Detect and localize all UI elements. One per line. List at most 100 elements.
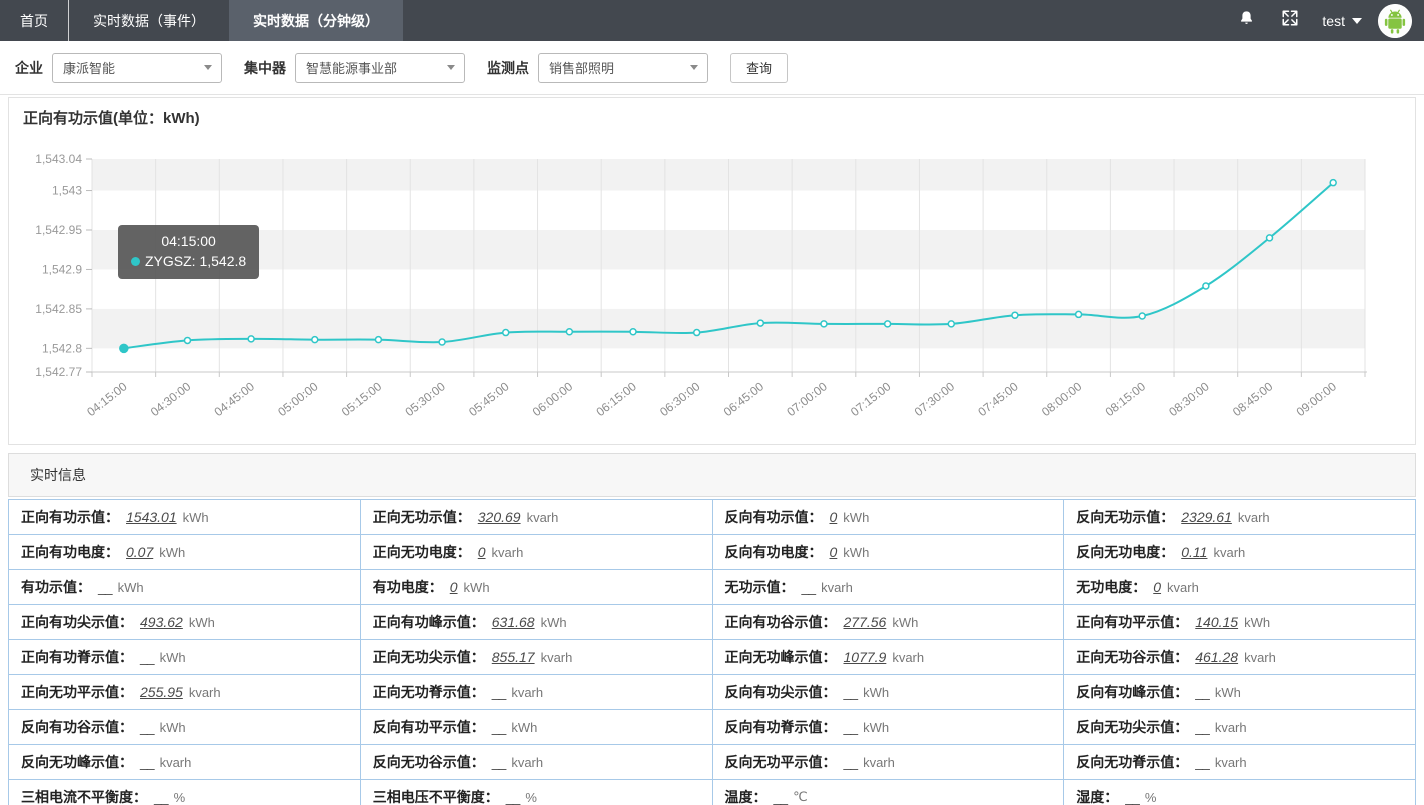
rt-unit: kWh [863, 685, 889, 700]
rt-cell: 反向有功尖示值： __ kWh [713, 675, 1065, 710]
y-tick-label: 1,542.85 [35, 302, 82, 316]
notifications-button[interactable] [1224, 9, 1268, 33]
rt-unit: kWh [1215, 685, 1241, 700]
rt-value-link[interactable]: 493.62 [140, 614, 183, 630]
rt-unit: kWh [863, 720, 889, 735]
rt-cell: 三相电流不平衡度：__% [9, 780, 361, 805]
fullscreen-button[interactable] [1268, 9, 1312, 32]
rt-cell-label: 无功示值： [725, 577, 795, 597]
rt-value-link[interactable]: 255.95 [140, 684, 183, 700]
nav-right: test [1224, 0, 1424, 41]
rt-value-link[interactable]: 320.69 [478, 509, 521, 525]
rt-value-link[interactable]: __ [492, 754, 506, 770]
rt-unit: kWh [541, 615, 567, 630]
rt-value-link[interactable]: 277.56 [844, 614, 887, 630]
rt-value-link[interactable]: __ [140, 754, 154, 770]
rt-cell: 正向无功平示值：255.95kvarh [9, 675, 361, 710]
rt-value-link[interactable]: __ [506, 789, 520, 805]
rt-value-link[interactable]: 140.15 [1195, 614, 1238, 630]
rt-cell: 无功示值： __ kvarh [713, 570, 1065, 605]
rt-value-link[interactable]: __ [844, 719, 858, 735]
rt-unit: % [525, 790, 537, 805]
enterprise-select[interactable]: 康派智能 [52, 53, 222, 83]
rt-value-link[interactable]: __ [1195, 719, 1209, 735]
concentrator-select[interactable]: 智慧能源事业部 [295, 53, 465, 83]
x-tick-label: 04:45:00 [212, 379, 258, 419]
chart-panel: 正向有功示值(单位：kWh) 1,543.041,5431,542.951,54… [8, 97, 1416, 445]
android-avatar[interactable] [1378, 4, 1412, 38]
rt-cell: 正向无功峰示值：1077.9kvarh [713, 640, 1065, 675]
rt-cell: 反向无功谷示值：__kvarh [361, 745, 713, 780]
rt-value-link[interactable]: 2329.61 [1181, 509, 1232, 525]
nav-tab-home[interactable]: 首页 [0, 0, 69, 41]
rt-value-link[interactable]: __ [492, 684, 506, 700]
rt-value-link[interactable]: __ [140, 719, 154, 735]
x-tick-label: 04:30:00 [148, 379, 194, 419]
rt-cell: 有功电度：0kWh [361, 570, 713, 605]
rt-value-link[interactable]: __ [492, 719, 506, 735]
data-point [312, 337, 318, 343]
rt-value-link[interactable]: 0 [1153, 579, 1161, 595]
y-tick-label: 1,543.04 [35, 152, 82, 166]
rt-cell-label: 正向无功脊示值： [373, 682, 485, 702]
rt-value-link[interactable]: __ [154, 789, 168, 805]
rt-cell-label: 反向有功示值： [725, 507, 823, 527]
rt-value-link[interactable]: __ [774, 789, 788, 805]
rt-cell-label: 正向无功示值： [373, 507, 471, 527]
rt-value-link[interactable]: 0 [830, 544, 838, 560]
rt-unit: kvarh [511, 685, 543, 700]
rt-cell-label: 正向有功谷示值： [725, 612, 837, 632]
rt-unit: kvarh [160, 755, 192, 770]
data-point [1012, 312, 1018, 318]
rt-value-link[interactable]: 1543.01 [126, 509, 177, 525]
rt-value-link[interactable]: __ [844, 754, 858, 770]
concentrator-select-group: 集中器智慧能源事业部 [244, 53, 465, 83]
rt-cell: 正向无功示值：320.69kvarh [361, 500, 713, 535]
rt-cell: 反向无功脊示值：__kvarh [1064, 745, 1416, 780]
realtime-line-chart[interactable]: 1,543.041,5431,542.951,542.91,542.851,54… [9, 130, 1415, 442]
rt-value-link[interactable]: 0 [450, 579, 458, 595]
x-tick-label: 05:30:00 [402, 379, 448, 419]
rt-cell-label: 反向无功峰示值： [21, 752, 133, 772]
rt-value-link[interactable]: 0 [478, 544, 486, 560]
rt-value-link[interactable]: __ [140, 649, 154, 665]
rt-unit: kvarh [821, 580, 853, 595]
rt-cell-label: 有功示值： [21, 577, 91, 597]
rt-unit: kvarh [1244, 650, 1276, 665]
x-tick-label: 08:30:00 [1166, 379, 1212, 419]
y-tick-label: 1,542.77 [35, 365, 82, 379]
rt-value-link[interactable]: 0 [830, 509, 838, 525]
rt-value-link[interactable]: 0.11 [1181, 544, 1207, 560]
monitor-point-select[interactable]: 销售部照明 [538, 53, 708, 83]
rt-unit: kWh [159, 545, 185, 560]
query-button[interactable]: 查询 [730, 53, 788, 83]
rt-cell-label: 反向有功尖示值： [725, 682, 837, 702]
x-tick-label: 08:15:00 [1103, 379, 1149, 419]
rt-cell-label: 正向有功示值： [21, 507, 119, 527]
user-menu[interactable]: test [1322, 13, 1362, 29]
rt-value-link[interactable]: __ [844, 684, 858, 700]
rt-value-link[interactable]: __ [1195, 684, 1209, 700]
rt-value-link[interactable]: 0.07 [126, 544, 153, 560]
x-tick-label: 05:45:00 [466, 379, 512, 419]
rt-value-link[interactable]: __ [98, 579, 112, 595]
rt-value-link[interactable]: 461.28 [1195, 649, 1238, 665]
y-tick-label: 1,542.9 [42, 262, 82, 276]
rt-cell: 正向有功电度：0.07kWh [9, 535, 361, 570]
data-point [1076, 311, 1082, 317]
nav-tab-realtime-minute[interactable]: 实时数据（分钟级） [229, 0, 403, 41]
x-tick-label: 06:45:00 [721, 379, 767, 419]
rt-value-link[interactable]: __ [1125, 789, 1139, 805]
rt-unit: kWh [160, 720, 186, 735]
rt-value-link[interactable]: 631.68 [492, 614, 535, 630]
rt-value-link[interactable]: 855.17 [492, 649, 535, 665]
data-point [120, 344, 128, 352]
rt-cell-label: 正向有功峰示值： [373, 612, 485, 632]
rt-cell-label: 三相电流不平衡度： [21, 787, 147, 805]
rt-unit: kvarh [541, 650, 573, 665]
chart-title: 正向有功示值(单位：kWh) [9, 98, 1415, 128]
rt-value-link[interactable]: 1077.9 [844, 649, 887, 665]
nav-tab-realtime-event[interactable]: 实时数据（事件） [69, 0, 229, 41]
rt-value-link[interactable]: __ [802, 579, 816, 595]
rt-value-link[interactable]: __ [1195, 754, 1209, 770]
